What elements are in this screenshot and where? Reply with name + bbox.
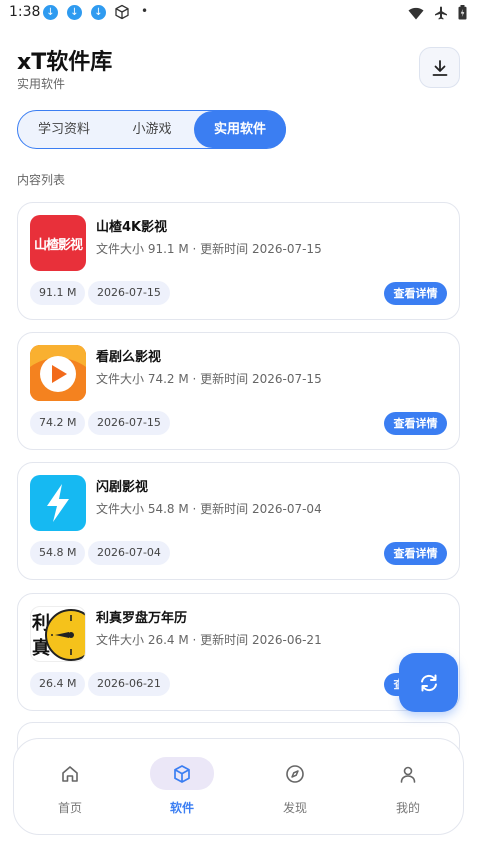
date-chip: 2026-07-15	[88, 411, 170, 435]
app-name: 看剧么影视	[96, 350, 162, 365]
home-icon	[38, 757, 102, 790]
app-meta: 文件大小 54.8 M · 更新时间 2026-07-04	[96, 502, 322, 516]
date-chip: 2026-06-21	[88, 672, 170, 696]
wifi-icon	[408, 5, 424, 24]
play-app-icon	[30, 345, 86, 401]
package-notification-icon	[114, 4, 130, 24]
nav-item-software[interactable]: 软件	[142, 739, 222, 836]
app-card[interactable]: 看剧么影视 文件大小 74.2 M · 更新时间 2026-07-15 74.2…	[17, 332, 460, 450]
size-chip: 54.8 M	[30, 541, 86, 565]
download-icon	[432, 59, 447, 76]
size-chip: 91.1 M	[30, 281, 86, 305]
view-details-button[interactable]: 查看详情	[384, 282, 447, 305]
app-name: 利真罗盘万年历	[96, 611, 188, 626]
app-meta: 文件大小 74.2 M · 更新时间 2026-07-15	[96, 372, 322, 386]
download-button[interactable]	[419, 47, 460, 88]
nav-label: 发现	[282, 801, 307, 815]
date-chip: 2026-07-15	[88, 281, 170, 305]
lightning-app-icon	[30, 475, 86, 531]
refresh-button[interactable]	[399, 653, 458, 712]
nav-item-home[interactable]: 首页	[30, 739, 110, 836]
shanzha-app-icon: 山楂影视	[30, 215, 86, 271]
app-title: xT软件库	[17, 50, 113, 75]
app-card[interactable]: 闪剧影视 文件大小 54.8 M · 更新时间 2026-07-04 54.8 …	[17, 462, 460, 580]
size-chip: 26.4 M	[30, 672, 86, 696]
nav-label: 我的	[395, 801, 420, 815]
nav-label: 软件	[169, 801, 194, 815]
app-card[interactable]: 山楂影视 山楂4K影视 文件大小 91.1 M · 更新时间 2026-07-1…	[17, 202, 460, 320]
status-bar: 1:38 ↓ ↓ ↓ •	[0, 0, 477, 26]
person-icon	[376, 757, 440, 790]
tab-mini-games[interactable]: 小游戏	[110, 111, 194, 148]
size-chip: 74.2 M	[30, 411, 86, 435]
download-notification-icon: ↓	[67, 5, 82, 20]
tab-study-materials[interactable]: 学习资料	[22, 111, 106, 148]
section-label: 内容列表	[17, 173, 66, 187]
app-card[interactable]: 利 真 利真罗盘万年历 文件大小 26.4 M · 更新时间 2026-06-2…	[17, 593, 460, 711]
app-name: 山楂4K影视	[96, 220, 168, 235]
compass-app-icon: 利 真	[30, 606, 86, 662]
app-meta: 文件大小 26.4 M · 更新时间 2026-06-21	[96, 633, 322, 647]
nav-item-profile[interactable]: 我的	[368, 739, 448, 836]
status-time: 1:38	[9, 4, 41, 20]
tab-utility-software[interactable]: 实用软件	[194, 111, 286, 148]
app-name: 闪剧影视	[96, 480, 149, 495]
download-notification-icon: ↓	[91, 5, 106, 20]
category-tabs: 学习资料 小游戏 实用软件	[17, 110, 286, 149]
compass-icon	[263, 757, 327, 790]
airplane-mode-icon	[434, 5, 448, 24]
more-notifications-dot: •	[141, 4, 149, 18]
date-chip: 2026-07-04	[88, 541, 170, 565]
battery-icon	[458, 5, 467, 24]
nav-item-discover[interactable]: 发现	[255, 739, 335, 836]
download-notification-icon: ↓	[43, 5, 58, 20]
app-subtitle: 实用软件	[17, 77, 66, 91]
nav-label: 首页	[57, 801, 82, 815]
bottom-navigation: 首页 软件 发现 我的	[13, 738, 464, 835]
view-details-button[interactable]: 查看详情	[384, 542, 447, 565]
cube-icon	[150, 757, 214, 790]
view-details-button[interactable]: 查看详情	[384, 412, 447, 435]
refresh-icon	[420, 674, 437, 691]
app-meta: 文件大小 91.1 M · 更新时间 2026-07-15	[96, 242, 322, 256]
